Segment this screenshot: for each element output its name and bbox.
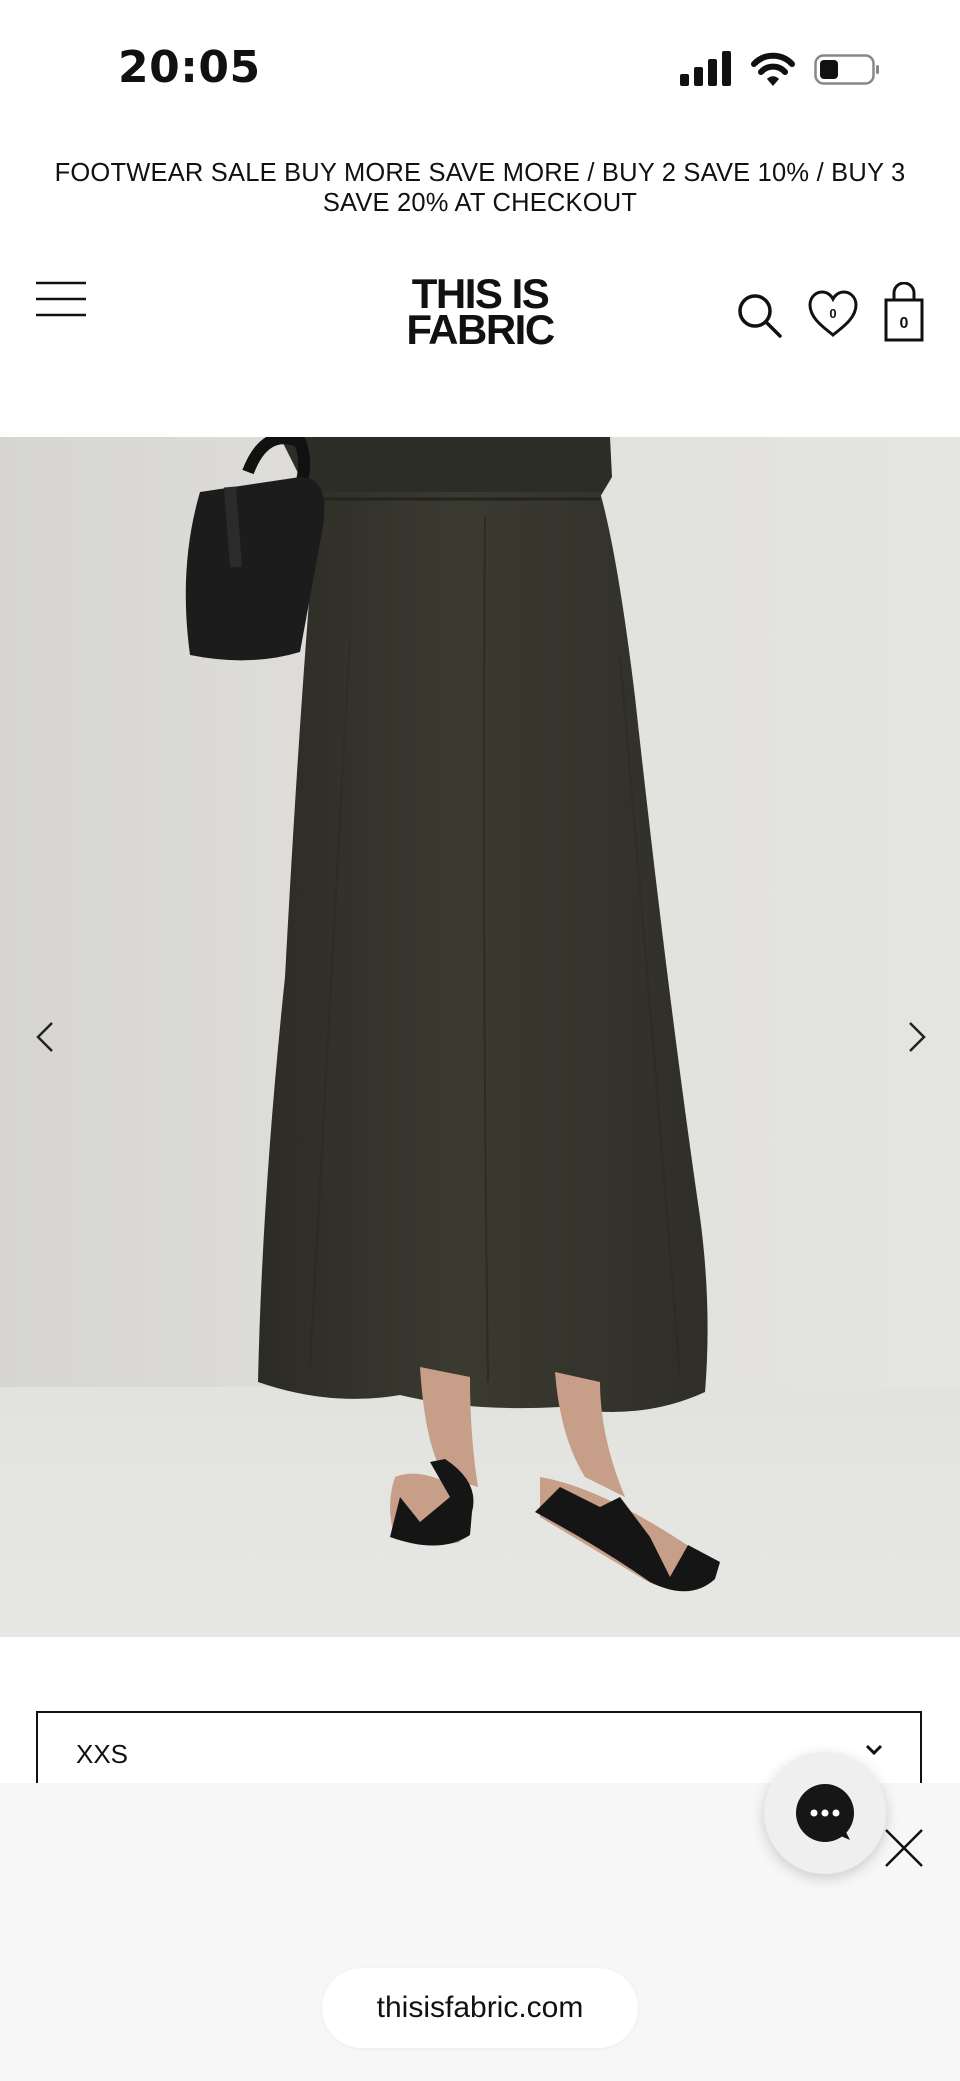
cart-button[interactable]: 0 <box>880 281 928 344</box>
chevron-left-icon <box>36 1022 53 1052</box>
cart-count: 0 <box>900 315 909 332</box>
wishlist-button[interactable]: 0 <box>806 288 860 342</box>
search-icon <box>738 294 782 338</box>
carousel-next-button[interactable] <box>896 1017 936 1057</box>
product-image-carousel[interactable] <box>0 437 960 1637</box>
ellipsis-icon <box>810 1809 850 1840</box>
heart-icon: 0 <box>808 290 858 337</box>
wifi-icon <box>751 52 795 86</box>
battery-icon <box>814 54 879 85</box>
close-icon <box>885 1829 923 1867</box>
status-time: 20:05 <box>118 42 261 93</box>
url-bar[interactable]: thisisfabric.com <box>322 1968 638 2048</box>
size-selected-value: XXS <box>76 1739 129 1769</box>
bag-icon: 0 <box>884 281 924 342</box>
site-header: THIS IS FABRIC 0 0 <box>0 260 960 370</box>
chevron-right-icon <box>909 1022 926 1052</box>
promo-banner[interactable]: FOOTWEAR SALE BUY MORE SAVE MORE / BUY 2… <box>20 158 940 218</box>
chat-bubble-icon <box>796 1784 854 1842</box>
wishlist-count: 0 <box>829 306 836 321</box>
carousel-prev-button[interactable] <box>26 1017 66 1057</box>
chat-button[interactable] <box>764 1752 886 1874</box>
signal-icon <box>680 51 731 86</box>
status-icons <box>680 51 879 86</box>
status-bar: 20:05 <box>0 0 960 140</box>
product-image <box>0 437 960 1637</box>
search-button[interactable] <box>736 292 784 340</box>
chevron-down-icon <box>865 1744 883 1756</box>
close-button[interactable] <box>882 1826 926 1870</box>
